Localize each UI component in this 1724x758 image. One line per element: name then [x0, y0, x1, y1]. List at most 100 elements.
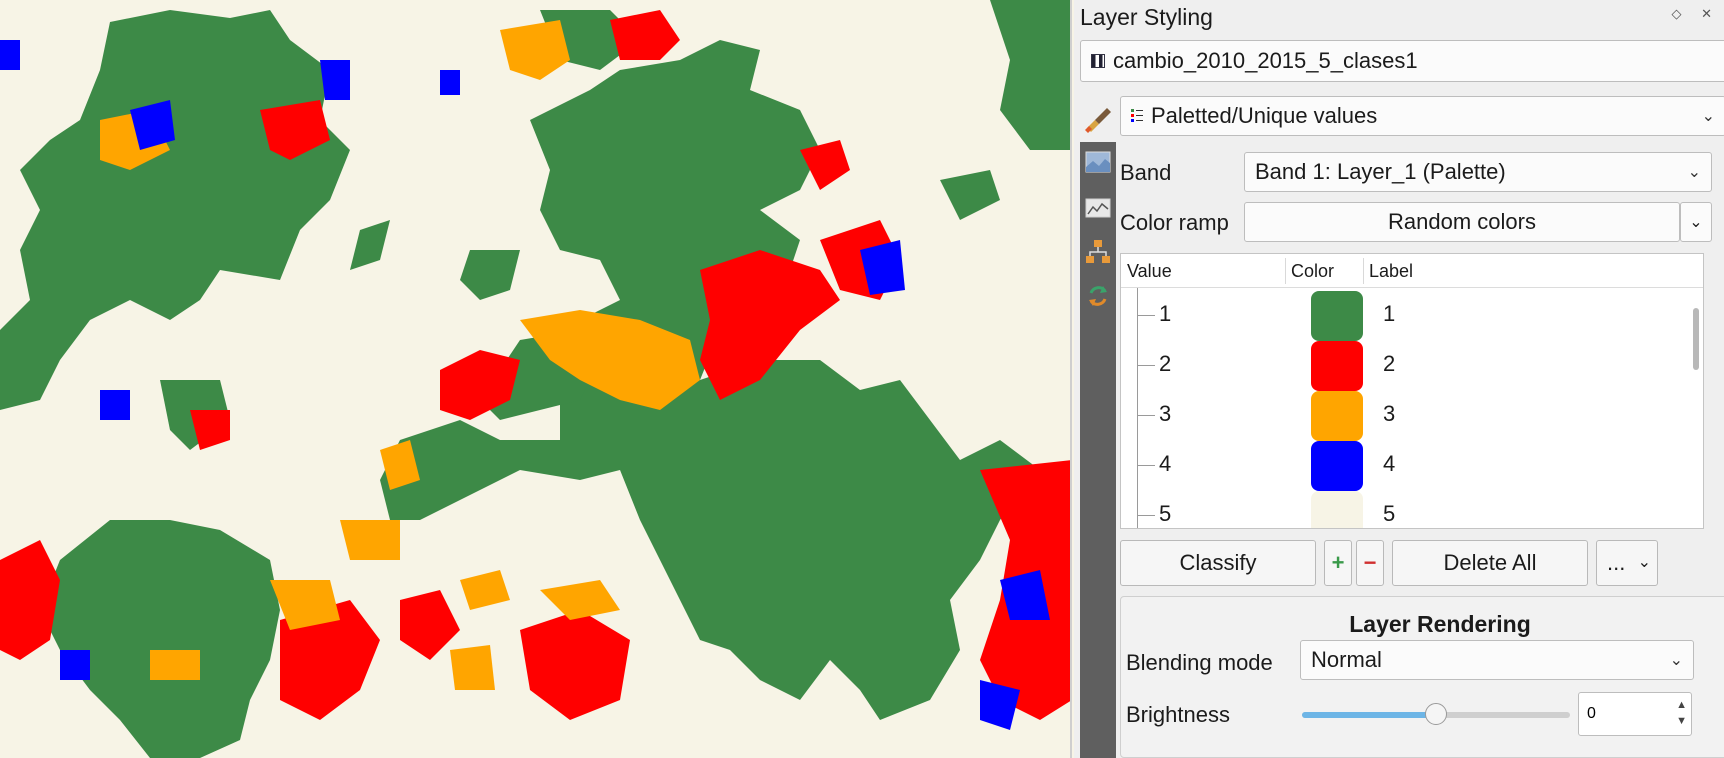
color-ramp-value: Random colors — [1388, 209, 1536, 234]
chevron-down-icon: ⌄ — [1689, 214, 1703, 231]
scrollbar-thumb[interactable] — [1693, 308, 1699, 370]
more-options-label: ... — [1607, 550, 1626, 575]
color-swatch[interactable] — [1311, 491, 1363, 528]
row-value[interactable]: 2 — [1159, 351, 1171, 377]
palette-list-icon — [1131, 109, 1143, 122]
color-swatch[interactable] — [1311, 391, 1363, 441]
class-1-region — [0, 10, 350, 410]
tree-branch — [1137, 365, 1155, 366]
paintbrush-icon — [1085, 108, 1111, 133]
class-4-region — [100, 390, 130, 420]
brightness-slider[interactable] — [1302, 703, 1570, 725]
layer-styling-dock: Layer Styling ◇ ✕ cambio_2010_2015_5_cla… — [1074, 0, 1724, 758]
renderer-type-value: Paletted/Unique values — [1151, 103, 1378, 128]
chevron-down-icon: ⌄ — [1687, 164, 1701, 181]
tree-branch — [1137, 415, 1155, 416]
band-label: Band — [1120, 160, 1172, 185]
blending-mode-select[interactable]: Normal ⌄ — [1300, 640, 1694, 680]
color-swatch[interactable] — [1311, 341, 1363, 391]
class-4-region — [60, 650, 90, 680]
add-class-button[interactable]: + — [1324, 540, 1352, 586]
class-2-region — [610, 10, 680, 60]
row-label[interactable]: 1 — [1383, 301, 1395, 327]
class-3-region — [460, 570, 510, 610]
column-header-label[interactable]: Label — [1369, 261, 1413, 282]
row-value[interactable]: 3 — [1159, 401, 1171, 427]
plus-icon: + — [1331, 550, 1345, 575]
styling-tab-strip — [1080, 96, 1116, 758]
class-1-region — [350, 220, 390, 270]
class-3-region — [150, 650, 200, 680]
tree-branch — [1137, 465, 1155, 466]
class-4-region — [320, 60, 350, 100]
table-row[interactable]: 22 — [1121, 338, 1691, 393]
row-label[interactable]: 3 — [1383, 401, 1395, 427]
undo-redo-icon — [1089, 286, 1107, 306]
minus-icon: − — [1363, 550, 1377, 575]
slider-fill — [1302, 712, 1436, 718]
map-canvas[interactable] — [0, 0, 1072, 758]
transparency-tab[interactable] — [1084, 148, 1112, 176]
class-2-region — [0, 540, 60, 660]
class-3-region — [540, 580, 620, 620]
layer-select[interactable]: cambio_2010_2015_5_clases1 — [1080, 40, 1724, 82]
table-row[interactable]: 33 — [1121, 388, 1691, 443]
color-swatch[interactable] — [1311, 291, 1363, 341]
class-4-region — [440, 70, 460, 95]
layer-rendering-title: Layer Rendering — [1349, 611, 1531, 637]
row-label[interactable]: 4 — [1383, 451, 1395, 477]
class-2-region — [520, 610, 630, 720]
chevron-down-icon: ⌄ — [1669, 652, 1683, 669]
remove-class-button[interactable]: − — [1356, 540, 1384, 586]
color-ramp-button[interactable]: Random colors — [1244, 202, 1680, 242]
table-scrollbar[interactable] — [1691, 290, 1701, 528]
slider-handle[interactable] — [1425, 703, 1447, 725]
column-header-color[interactable]: Color — [1291, 261, 1334, 282]
histogram-icon — [1085, 198, 1111, 218]
symbology-tab[interactable] — [1080, 96, 1116, 142]
table-row[interactable]: 44 — [1121, 438, 1691, 493]
rendering-tab[interactable] — [1084, 238, 1112, 266]
transparency-icon — [1085, 151, 1111, 173]
tree-branch — [1137, 515, 1155, 516]
band-select[interactable]: Band 1: Layer_1 (Palette) ⌄ — [1244, 152, 1712, 192]
delete-all-button[interactable]: Delete All — [1392, 540, 1588, 586]
column-header-value[interactable]: Value — [1127, 261, 1172, 282]
table-body: 1122334455 — [1121, 288, 1691, 528]
table-row[interactable]: 55 — [1121, 488, 1691, 528]
row-value[interactable]: 5 — [1159, 501, 1171, 527]
renderer-type-select[interactable]: Paletted/Unique values ⌄ — [1120, 96, 1724, 136]
histogram-tab[interactable] — [1084, 194, 1112, 222]
dock-window-controls[interactable]: ◇ ✕ — [1671, 6, 1720, 22]
raster-layer — [0, 0, 1070, 758]
row-value[interactable]: 1 — [1159, 301, 1171, 327]
row-label[interactable]: 5 — [1383, 501, 1395, 527]
chevron-down-icon: ⌄ — [1701, 108, 1715, 125]
blending-mode-label: Blending mode — [1126, 650, 1273, 675]
class-4-region — [0, 40, 20, 70]
classes-table[interactable]: Value Color Label 1122334455 — [1120, 253, 1704, 529]
class-3-region — [450, 645, 495, 690]
class-1-region — [990, 0, 1070, 150]
classify-button[interactable]: Classify — [1120, 540, 1316, 586]
brightness-value: 0 — [1587, 705, 1596, 722]
spin-arrows-icon[interactable]: ▲ ▼ — [1676, 697, 1687, 729]
class-2-region — [400, 590, 460, 660]
layer-tree-icon — [1086, 240, 1110, 263]
row-label[interactable]: 2 — [1383, 351, 1395, 377]
color-ramp-label: Color ramp — [1120, 210, 1229, 235]
more-options-button[interactable]: ... ⌄ — [1596, 540, 1658, 586]
brightness-label: Brightness — [1126, 702, 1230, 727]
tree-line — [1137, 488, 1138, 528]
color-ramp-dropdown[interactable]: ⌄ — [1680, 202, 1712, 242]
layer-select-value: cambio_2010_2015_5_clases1 — [1113, 48, 1418, 73]
table-row[interactable]: 11 — [1121, 288, 1691, 343]
class-3-region — [340, 520, 400, 560]
color-swatch[interactable] — [1311, 441, 1363, 491]
brightness-spinbox[interactable]: 0 ▲ ▼ — [1578, 692, 1692, 736]
history-tab[interactable] — [1084, 282, 1112, 310]
tree-branch — [1137, 315, 1155, 316]
row-value[interactable]: 4 — [1159, 451, 1171, 477]
raster-layer-icon — [1091, 54, 1105, 68]
class-1-region — [40, 520, 280, 758]
